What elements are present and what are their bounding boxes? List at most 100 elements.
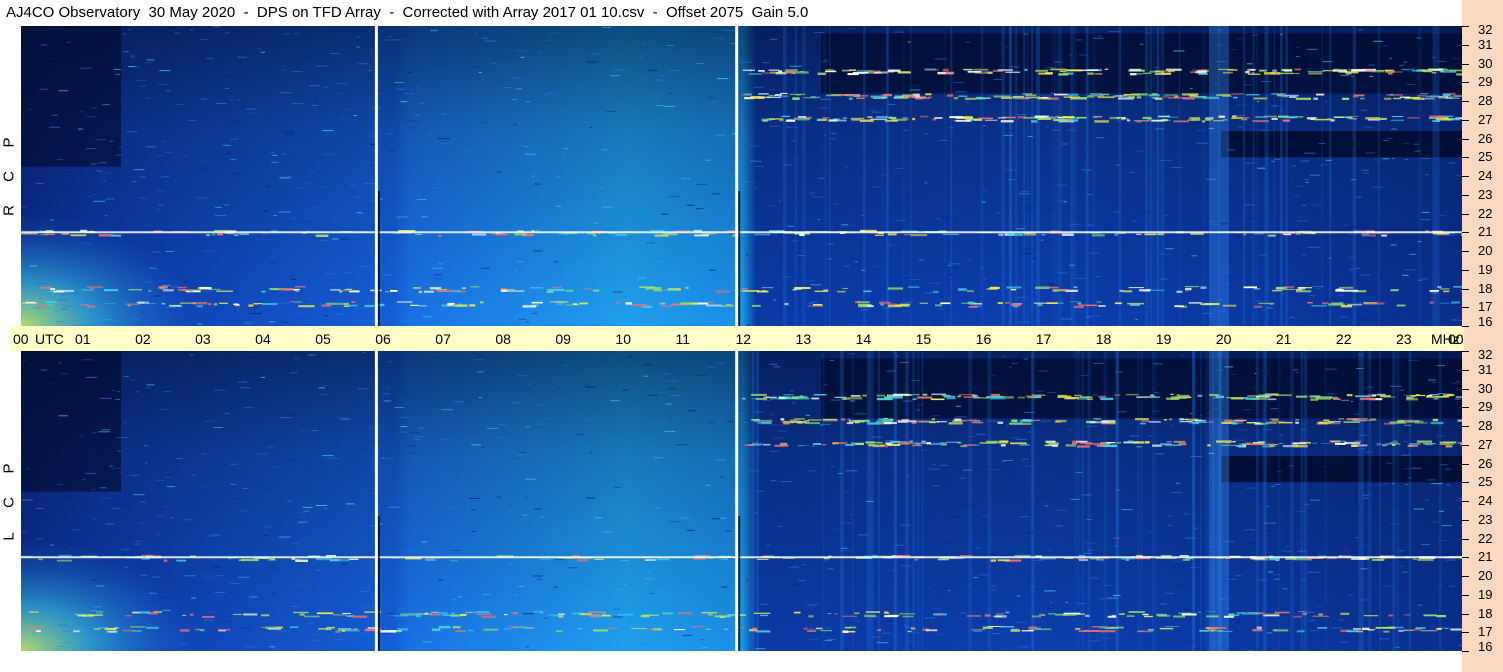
noise-speckle: [1315, 605, 1323, 607]
noise-speckle: [563, 148, 569, 150]
frequency-tick: [1462, 288, 1469, 290]
interference-band-segment: [778, 396, 791, 398]
noise-speckle: [534, 183, 542, 185]
noise-speckle: [1397, 366, 1404, 368]
interference-band-segment: [59, 289, 74, 292]
noise-speckle: [139, 85, 147, 87]
interference-band-segment: [1227, 71, 1234, 74]
utc-tick-label: 20: [1215, 331, 1232, 347]
noise-speckle: [1237, 126, 1244, 128]
interference-band-segment: [1048, 613, 1056, 615]
noise-speckle: [157, 208, 160, 210]
noise-speckle: [546, 92, 556, 94]
noise-speckle: [1016, 296, 1028, 298]
noise-speckle: [1016, 595, 1021, 597]
interference-band-segment: [1258, 302, 1275, 305]
interference-band-segment: [892, 396, 903, 399]
interference-band-segment: [759, 443, 763, 445]
interference-band-segment: [867, 116, 873, 118]
frequency-tick: [1462, 251, 1469, 252]
noise-streak: [1242, 26, 1246, 326]
noise-speckle: [1456, 45, 1460, 47]
noise-speckle: [336, 314, 344, 315]
interference-band-segment: [525, 627, 535, 629]
noise-speckle: [190, 354, 194, 356]
noise-speckle: [115, 300, 122, 302]
frequency-tick-label: 17: [1478, 299, 1493, 315]
interference-band-segment: [1245, 442, 1252, 444]
interference-band-segment: [1063, 96, 1080, 98]
interference-band-segment: [784, 72, 794, 74]
utc-tick-label: 22: [1335, 331, 1352, 347]
noise-speckle: [278, 211, 291, 213]
noise-speckle: [270, 370, 274, 372]
interference-band-segment: [944, 395, 956, 398]
noise-speckle: [322, 616, 327, 618]
interference-band-segment: [662, 233, 678, 236]
interference-band-segment: [997, 421, 1004, 424]
interference-band-segment: [106, 630, 118, 633]
noise-speckle: [887, 103, 896, 105]
noise-speckle: [448, 387, 451, 389]
noise-speckle: [730, 407, 735, 409]
interference-band-segment: [1297, 287, 1306, 290]
noise-speckle: [1253, 300, 1263, 302]
interference-band-segment: [1061, 233, 1074, 236]
interference-band-segment: [757, 558, 769, 560]
frequency-tick: [1462, 63, 1469, 65]
interference-band-segment: [1144, 441, 1150, 444]
noise-speckle: [356, 406, 362, 408]
noise-streak: [921, 351, 923, 651]
noise-speckle: [396, 216, 408, 218]
noise-speckle: [540, 558, 551, 560]
interference-band-segment: [477, 611, 490, 614]
interference-band-segment: [1429, 290, 1439, 292]
interference-band-segment: [1194, 420, 1206, 422]
noise-speckle: [439, 570, 450, 572]
noise-speckle: [129, 474, 140, 476]
interference-band-segment: [985, 119, 998, 121]
noise-speckle: [525, 478, 536, 480]
interference-band-segment: [1397, 420, 1405, 423]
interference-band-segment: [503, 613, 508, 616]
noise-speckle: [668, 196, 681, 198]
noise-speckle: [385, 612, 395, 614]
noise-speckle: [297, 522, 302, 524]
frequency-tick-label: 32: [1478, 347, 1493, 362]
noise-speckle: [57, 299, 68, 301]
interference-band-segment: [1201, 120, 1205, 123]
interference-band-segment: [1391, 119, 1404, 122]
interference-band-segment: [1290, 72, 1300, 75]
interference-band-segment: [1443, 69, 1448, 71]
noise-speckle: [52, 265, 65, 266]
utc-tick-label: 07: [435, 331, 451, 347]
noise-speckle: [818, 177, 826, 179]
noise-speckle: [601, 27, 611, 28]
noise-speckle: [203, 486, 211, 488]
noise-speckle: [843, 133, 854, 135]
noise-speckle: [750, 160, 762, 162]
noise-speckle: [1235, 439, 1246, 441]
noise-speckle: [711, 193, 720, 195]
frequency-tick: [1462, 463, 1469, 465]
noise-speckle: [716, 216, 727, 218]
interference-band-segment: [1066, 93, 1079, 96]
interference-band-segment: [1338, 418, 1345, 420]
noise-speckle: [824, 640, 833, 641]
interference-band-segment: [631, 627, 648, 630]
noise-speckle: [842, 265, 850, 267]
interference-band-segment: [132, 630, 142, 632]
interference-band-segment: [865, 611, 880, 613]
noise-speckle: [1288, 417, 1293, 419]
interference-band-segment: [1393, 97, 1401, 100]
interference-band-segment: [1436, 615, 1446, 618]
noise-speckle: [653, 457, 663, 459]
noise-speckle: [431, 267, 444, 269]
noise-speckle: [1069, 301, 1081, 303]
noise-speckle: [464, 161, 474, 162]
noise-speckle: [441, 113, 450, 115]
noise-speckle: [1155, 586, 1158, 587]
noise-speckle: [517, 261, 525, 262]
interference-band-segment: [673, 629, 685, 631]
interference-band-segment: [1299, 441, 1309, 443]
